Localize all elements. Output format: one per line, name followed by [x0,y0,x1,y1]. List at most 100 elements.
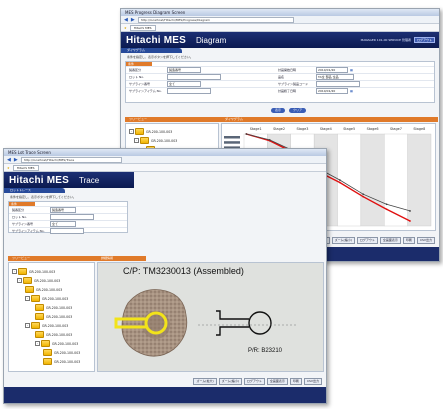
collapse-icon[interactable]: - [134,138,139,143]
tree-node[interactable]: -GR-200-100-003 [12,268,55,275]
field-row: サブライン製品コード [275,80,434,87]
field-row: 品名 TA全 部品 全品 [275,73,434,80]
app-header: Hitachi MES Diagram MANAGER 101-00 SERVI… [121,32,439,48]
field-row: サブライン番号 全て [126,80,276,87]
field-row: ロット No. [126,73,276,80]
browser-tabs: ★ Hitachi MES [121,24,439,32]
folder-icon [35,304,44,311]
subline-select[interactable]: 全て [50,221,76,227]
print-button[interactable]: 印刷 [289,378,302,385]
print-button[interactable]: 印刷 [402,237,415,244]
csv-button[interactable]: CSV出力 [303,378,322,385]
tree-node[interactable]: GR-200-100-003 [25,286,62,293]
stage-label: Stage6 [367,127,379,131]
casting-photo [121,289,188,357]
fullscreen-button[interactable]: 全画面表示 [379,237,401,244]
logout-button[interactable]: ログアウト [243,378,265,385]
fullscreen-button[interactable]: 全画面表示 [266,378,288,385]
tree-node[interactable]: -GR-200-100-003 [134,137,177,144]
folder-icon [35,313,44,320]
stage-column [384,133,408,227]
series-point [385,208,388,211]
collapse-icon[interactable]: - [129,129,134,134]
folder-icon [43,349,52,356]
browser-tab[interactable]: Hitachi MES [12,164,39,171]
window-titlebar: MES Lot Trace Screen [4,149,326,156]
tree-node[interactable]: GR-200-100-003 [35,304,72,311]
folder-icon [43,358,52,365]
browser-tab[interactable]: Hitachi MES [129,24,156,31]
end-date-input[interactable]: 2010/01/20 [316,88,349,94]
tree-node[interactable]: -GR-200-100-003 [17,277,60,284]
series-point [245,133,248,135]
logout-button[interactable]: ログアウト [413,37,435,43]
lot-trace-window: MES Lot Trace Screen ◀ ▶ http://localhos… [3,148,327,404]
star-icon[interactable]: ★ [124,26,127,30]
display-button[interactable]: 表示 [271,108,286,113]
series-point [385,203,388,206]
app-footer [4,387,326,403]
screen-title: Trace [79,175,100,185]
forward-icon[interactable]: ▶ [14,157,18,163]
tree-node[interactable]: GR-200-100-003 [43,349,80,356]
lot-no-input[interactable] [50,214,94,220]
back-icon[interactable]: ◀ [124,17,128,23]
lot-type-select[interactable]: 製造番号 [50,207,76,213]
forward-icon[interactable]: ▶ [131,17,135,23]
tree-panel-header: ツリービュー [8,256,97,261]
tree-node[interactable]: -GR-200-100-003 [25,322,68,329]
logout-button[interactable]: ログアウト [356,237,378,244]
subline-item-input[interactable] [50,228,84,234]
folder-icon [35,331,44,338]
series-point [409,220,411,222]
zoom-out-button[interactable]: ズーム(縮小) [331,237,355,244]
field-row: サブラインアイテム No. [9,227,127,234]
tree-node[interactable]: -GR-200-100-003 [129,128,172,135]
tree-node[interactable]: GR-200-100-003 [43,358,80,365]
tree-node[interactable]: GR-200-100-003 [35,331,72,338]
clear-button[interactable]: クリア [289,108,307,113]
series-point [409,210,411,212]
stage-label: Stage3 [296,127,308,131]
chart-panel-header: ダイヤグラム [221,117,438,122]
lot-type-select[interactable]: 製造番号 [167,67,201,73]
address-bar: ◀ ▶ http://localhost/Hitachi/MES/Progres… [121,16,439,24]
csv-button[interactable]: CSV出力 [416,237,435,244]
lot-no-input[interactable] [167,74,221,80]
app-header: Hitachi MES Trace [4,172,134,188]
calendar-icon[interactable]: ▦ [350,89,353,93]
item-select[interactable]: TA全 部品 全品 [316,74,355,80]
tree-node[interactable]: GR-200-100-003 [35,313,72,320]
field-row: サブラインアイテム No. [126,87,276,94]
tree-node[interactable]: -GR-200-100-003 [25,295,68,302]
url-field[interactable]: http://localhost/Hitachi/MES/Progress/Di… [137,16,294,23]
tree-node[interactable]: -GR-200-100-003 [35,340,78,347]
brand-logo: Hitachi MES [126,34,186,46]
back-icon[interactable]: ◀ [7,157,11,163]
product-code-input[interactable] [316,81,361,87]
address-bar: ◀ ▶ http://localhost/Hitachi/MES/Trace [4,156,326,164]
url-field[interactable]: http://localhost/Hitachi/MES/Trace [20,156,122,163]
condition-form: 条件 製番区分 製造番号 ロット No. サブライン番号 全て サブラインアイテム … [8,201,128,234]
part-illustration [114,289,298,357]
zoom-in-button[interactable]: ズーム(拡大) [193,378,217,385]
tree-panel-header: ツリービュー [125,117,221,122]
collapse-icon[interactable]: - [25,296,30,301]
row-label [224,141,240,144]
calendar-icon[interactable]: ▦ [350,68,353,72]
stage-label: Stage8 [413,127,425,131]
zoom-out-button[interactable]: ズーム(縮小) [218,378,242,385]
collapse-icon[interactable]: - [35,341,40,346]
subline-item-input[interactable] [167,88,211,94]
start-date-input[interactable]: 2010/01/20 [316,67,349,73]
collapse-icon[interactable]: - [25,323,30,328]
screen-title: Diagram [196,35,227,45]
instruction-text: 条件を指定し、表示ボタンを押下してください。 [10,195,76,199]
collapse-icon[interactable]: - [17,278,22,283]
footer-button-bar: ズーム(拡大) ズーム(縮小) ログアウト 全画面表示 印刷 CSV出力 [193,378,322,385]
star-icon[interactable]: ★ [7,166,10,170]
subline-select[interactable]: 全て [167,81,201,87]
detail-panel-header: 詳細情報 [97,256,146,261]
collapse-icon[interactable]: - [12,269,17,274]
stage-column [407,133,432,227]
